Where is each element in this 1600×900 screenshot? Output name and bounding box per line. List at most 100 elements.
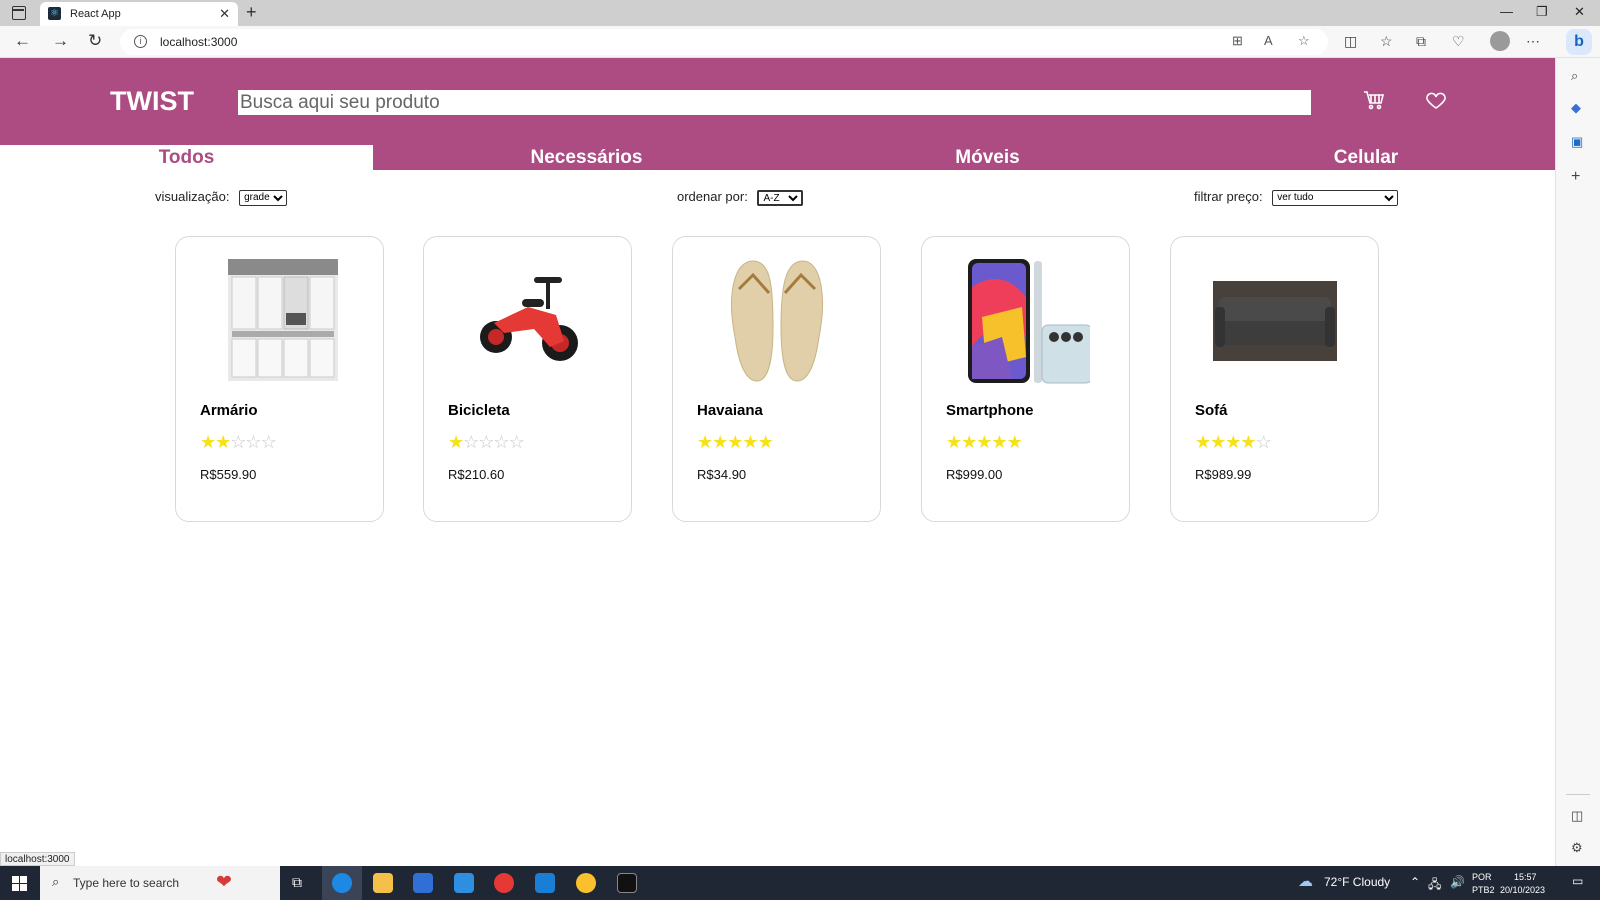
clock-time[interactable]: 15:57	[1514, 872, 1537, 882]
browser-titlebar: ⚛ React App ✕ + — ❐ ✕	[0, 0, 1600, 26]
site-logo[interactable]: TWIST	[110, 86, 194, 117]
view-label: visualização:	[155, 189, 230, 204]
site-header: TWIST Todos Necessários Móveis Celular	[0, 58, 1555, 170]
weather-cloud-icon[interactable]: ☁	[1298, 872, 1313, 890]
tab-actions-icon[interactable]	[12, 6, 26, 20]
notifications-icon[interactable]: ▭	[1572, 874, 1583, 888]
sidebar-settings-icon[interactable]: ⚙	[1571, 840, 1583, 856]
wishlist-heart-icon[interactable]	[1424, 88, 1448, 117]
product-card-bicicleta[interactable]: Bicicleta ★☆☆☆☆ R$210.60	[423, 236, 632, 522]
price-filter-label: filtrar preço:	[1194, 189, 1263, 204]
browser-tab[interactable]: ⚛ React App ✕	[40, 2, 238, 26]
sort-label: ordenar por:	[677, 189, 748, 204]
profile-avatar[interactable]	[1490, 31, 1510, 51]
star-empty-icon: ☆	[478, 432, 494, 452]
chrome-dev-icon[interactable]	[494, 873, 514, 893]
new-tab-button[interactable]: +	[246, 2, 257, 23]
taskbar-search-text[interactable]: Type here to search	[73, 876, 179, 890]
product-name: Havaiana	[697, 402, 763, 419]
cart-icon[interactable]	[1362, 88, 1386, 117]
star-filled-icon: ★	[991, 432, 1007, 452]
sort-select[interactable]: A-Z	[757, 189, 804, 206]
search-input[interactable]	[238, 90, 1311, 115]
sidebar-tools-icon[interactable]: ◆	[1571, 100, 1581, 116]
read-aloud-icon[interactable]: A	[1264, 33, 1273, 48]
star-filled-icon: ★	[1210, 432, 1226, 452]
product-price: R$999.00	[946, 467, 1003, 482]
address-bar[interactable]: i localhost:3000 ⊞ A ☆	[120, 29, 1328, 55]
view-select[interactable]: grade	[239, 189, 288, 206]
terminal-icon[interactable]	[617, 873, 637, 893]
star-filled-icon: ★	[742, 432, 758, 452]
tab-moveis[interactable]: Móveis	[890, 145, 1085, 170]
browser-essentials-icon[interactable]: ♡	[1452, 33, 1465, 50]
copilot-icon[interactable]: b	[1566, 29, 1592, 55]
tab-celular[interactable]: Celular	[1296, 145, 1436, 170]
language-code[interactable]: POR	[1472, 872, 1492, 882]
product-card-havaiana[interactable]: Havaiana ★★★★★ R$34.90	[672, 236, 881, 522]
chrome-icon[interactable]	[576, 873, 596, 893]
address-text[interactable]: localhost:3000	[160, 35, 237, 49]
edge-icon[interactable]	[332, 873, 352, 893]
star-empty-icon: ☆	[463, 432, 479, 452]
taskbar-search[interactable]: ⌕ Type here to search ❤	[40, 866, 280, 900]
star-filled-icon: ★	[976, 432, 992, 452]
smartphone-image	[962, 257, 1093, 385]
tab-necessarios[interactable]: Necessários	[480, 145, 693, 170]
collections-icon[interactable]: ⧉	[1416, 33, 1426, 50]
site-info-icon[interactable]: i	[134, 35, 147, 48]
favorite-star-icon[interactable]: ☆	[1298, 33, 1310, 49]
refresh-icon[interactable]: ↻	[88, 31, 102, 51]
mail-icon[interactable]	[454, 873, 474, 893]
restore-icon[interactable]: ❐	[1536, 4, 1548, 20]
more-options-icon[interactable]: ⋯	[1526, 33, 1540, 50]
back-icon[interactable]: ←	[14, 31, 31, 51]
star-filled-icon: ★	[946, 432, 962, 452]
outlook-icon[interactable]: ▣	[1571, 134, 1583, 150]
sidebar-add-icon[interactable]: +	[1571, 168, 1580, 186]
star-filled-icon: ★	[757, 432, 774, 452]
keyboard-layout[interactable]: PTB2	[1472, 885, 1495, 895]
star-filled-icon: ★	[1006, 432, 1023, 452]
star-empty-icon: ☆	[493, 432, 509, 452]
tab-title: React App	[70, 8, 121, 20]
product-name: Armário	[200, 402, 258, 419]
price-filter-control: filtrar preço: ver tudo	[1194, 189, 1399, 206]
window-close-icon[interactable]: ✕	[1574, 4, 1585, 20]
product-card-armario[interactable]: Armário ★★☆☆☆ R$559.90	[175, 236, 384, 522]
browser-sidebar: ⌕ ◆ ▣ + ◫ ⚙	[1555, 58, 1600, 866]
windows-start-icon[interactable]	[12, 876, 28, 892]
star-filled-icon: ★	[448, 432, 464, 452]
product-card-smartphone[interactable]: Smartphone ★★★★★ R$999.00	[921, 236, 1130, 522]
network-icon[interactable]: 🖧	[1428, 875, 1441, 896]
clock-date[interactable]: 20/10/2023	[1500, 885, 1545, 895]
search-highlight-icon: ❤	[216, 872, 232, 893]
store-icon[interactable]	[413, 873, 433, 893]
tab-todos[interactable]: Todos	[0, 145, 373, 170]
weather-text[interactable]: 72°F Cloudy	[1324, 875, 1390, 889]
category-nav: Todos Necessários Móveis Celular	[0, 145, 1555, 170]
minimize-icon[interactable]: —	[1500, 4, 1513, 19]
price-filter-select[interactable]: ver tudo	[1272, 189, 1399, 206]
star-filled-icon: ★	[1195, 432, 1211, 452]
product-card-sofa[interactable]: Sofá ★★★★☆ R$989.99	[1170, 236, 1379, 522]
file-explorer-icon[interactable]	[373, 873, 393, 893]
star-empty-icon: ☆	[1255, 432, 1272, 452]
favorites-icon[interactable]: ☆	[1380, 33, 1393, 50]
forward-icon[interactable]: →	[52, 31, 69, 51]
close-tab-icon[interactable]: ✕	[219, 6, 230, 22]
task-view-icon[interactable]: ⧉	[292, 874, 302, 891]
sidebar-search-icon[interactable]: ⌕	[1571, 68, 1578, 84]
app-available-icon[interactable]: ⊞	[1232, 33, 1243, 49]
sidebar-panel-icon[interactable]: ◫	[1571, 808, 1583, 824]
product-rating: ★★★★☆	[1195, 432, 1272, 453]
star-filled-icon: ★	[200, 432, 216, 452]
volume-icon[interactable]: 🔊	[1450, 875, 1465, 889]
kitchen-cabinet-image	[216, 257, 344, 385]
taskbar: ⌕ Type here to search ❤ ⧉ ☁ 72°F Cloudy …	[0, 866, 1600, 900]
split-screen-icon[interactable]: ◫	[1344, 33, 1357, 50]
sofa-image	[1211, 257, 1339, 385]
view-control: visualização: grade	[155, 189, 288, 206]
vscode-icon[interactable]	[535, 873, 555, 893]
tray-overflow-icon[interactable]: ⌃	[1410, 875, 1420, 889]
